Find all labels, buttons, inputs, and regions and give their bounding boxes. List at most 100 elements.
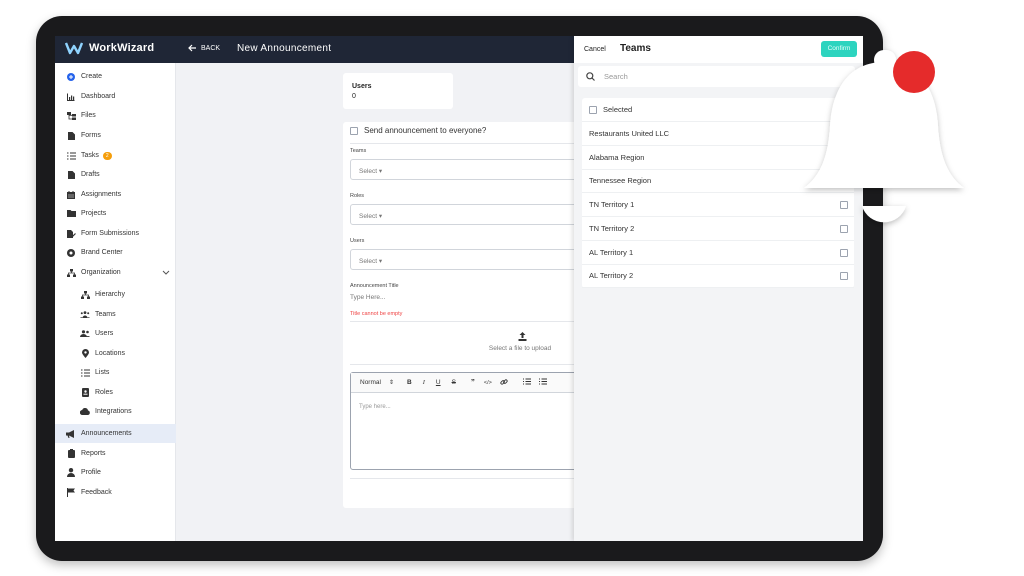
team-name: Tennessee Region: [589, 176, 652, 185]
roles-select[interactable]: Select ▾: [350, 204, 583, 225]
sidebar-item-label: Announcements: [81, 430, 132, 437]
send-to-everyone-row[interactable]: Send announcement to everyone?: [350, 126, 486, 135]
divider: [350, 478, 583, 479]
announcement-title-label: Announcement Title: [350, 283, 399, 289]
editor-body[interactable]: Type here...: [359, 404, 391, 410]
sidebar-item-brand-center[interactable]: Brand Center: [55, 243, 176, 262]
users-select[interactable]: Select ▾: [350, 249, 583, 270]
roles-label: Roles: [350, 193, 365, 199]
divider: [350, 143, 583, 144]
italic-icon[interactable]: I: [423, 379, 425, 386]
team-name: TN Territory 2: [589, 224, 635, 233]
sidebar-item-forms[interactable]: Forms: [55, 126, 176, 145]
announcement-form: Send announcement to everyone? Teams Sel…: [343, 122, 584, 508]
pencil-document-icon: [65, 229, 77, 238]
strikethrough-icon[interactable]: S: [452, 379, 456, 386]
folder-icon: [65, 210, 77, 217]
teams-select[interactable]: Select ▾: [350, 159, 583, 180]
app-screen: WorkWizard BACK New Announcement Create …: [55, 36, 863, 541]
code-icon[interactable]: </>: [484, 380, 492, 386]
sidebar-item-label: Assignments: [81, 191, 122, 198]
sidebar-item-label: Feedback: [81, 489, 112, 496]
sidebar-item-teams[interactable]: Teams: [55, 305, 176, 324]
sidebar-item-roles[interactable]: Roles: [55, 383, 176, 402]
users-count-label: Users: [352, 83, 372, 90]
sidebar-item-drafts[interactable]: Drafts: [55, 165, 176, 184]
divider: [350, 364, 583, 365]
team-name: TN Territory 1: [589, 200, 635, 209]
users-count-value: 0: [352, 93, 356, 100]
page-title: New Announcement: [237, 43, 332, 54]
underline-icon[interactable]: U: [436, 379, 441, 386]
blockquote-icon[interactable]: ”: [471, 378, 475, 387]
team-name: Alabama Region: [589, 153, 645, 162]
file-upload-area[interactable]: Select a file to upload: [350, 322, 583, 362]
search-placeholder: Search: [604, 72, 628, 81]
sidebar-item-label: Dashboard: [81, 93, 116, 100]
sidebar-item-organization[interactable]: Organization: [55, 263, 176, 282]
sidebar-item-dashboard[interactable]: Dashboard: [55, 87, 176, 106]
list-item[interactable]: AL Territory 1: [582, 241, 854, 265]
list-item[interactable]: AL Territory 2: [582, 264, 854, 288]
chevron-down-icon[interactable]: [162, 268, 170, 276]
list-icon: [79, 369, 91, 377]
megaphone-icon: [65, 429, 77, 438]
cancel-button[interactable]: Cancel: [584, 46, 606, 53]
users-count-card: Users 0: [343, 73, 453, 109]
notification-dot: [893, 51, 935, 93]
ordered-list-icon[interactable]: [522, 378, 531, 387]
workwizard-logo-icon: [65, 42, 83, 55]
sidebar-item-reports[interactable]: Reports: [55, 444, 176, 463]
sidebar-item-label: Reports: [81, 450, 106, 457]
bullet-list-icon[interactable]: [538, 378, 547, 387]
title-error-message: Title cannot be empty: [350, 311, 403, 317]
id-badge-icon: [79, 388, 91, 397]
brand-name: WorkWizard: [89, 42, 155, 54]
users-label: Users: [350, 238, 365, 244]
sidebar-item-form-submissions[interactable]: Form Submissions: [55, 224, 176, 243]
users-icon: [79, 330, 91, 337]
sidebar-item-label: Teams: [95, 311, 116, 318]
panel-title: Teams: [620, 43, 651, 54]
sidebar-item-users[interactable]: Users: [55, 324, 176, 343]
sidebar-item-assignments[interactable]: Assignments: [55, 185, 176, 204]
sidebar-item-projects[interactable]: Projects: [55, 204, 176, 223]
link-icon[interactable]: [500, 378, 508, 388]
team-checkbox[interactable]: [840, 272, 848, 280]
brand-logo[interactable]: WorkWizard: [65, 41, 154, 55]
sidebar-item-label: Integrations: [95, 408, 132, 415]
upload-icon: [518, 332, 527, 341]
sidebar-item-files[interactable]: Files: [55, 106, 176, 125]
sidebar-item-profile[interactable]: Profile: [55, 463, 176, 482]
sidebar-item-feedback[interactable]: Feedback: [55, 483, 176, 502]
sidebar-item-hierarchy[interactable]: Hierarchy: [55, 285, 176, 304]
sidebar-item-label: Forms: [81, 132, 101, 139]
sidebar-item-label: Users: [95, 330, 114, 337]
format-dropdown[interactable]: Normal: [360, 379, 381, 386]
sidebar-item-label: Form Submissions: [81, 230, 139, 237]
sidebar-item-announcements[interactable]: Announcements: [55, 424, 176, 443]
announcement-title-input[interactable]: Type Here...: [350, 294, 385, 301]
bold-icon[interactable]: B: [407, 379, 412, 386]
org-chart-icon: [65, 268, 77, 277]
back-button[interactable]: BACK: [188, 44, 220, 52]
rich-text-editor[interactable]: Normal ⇕ B I U S ” </> Type here...: [350, 372, 584, 470]
org-chart-icon: [79, 290, 91, 299]
sidebar-item-locations[interactable]: Locations: [55, 344, 176, 363]
send-to-everyone-checkbox[interactable]: [350, 126, 358, 135]
format-dropdown-arrows-icon[interactable]: ⇕: [389, 379, 394, 386]
stage: WorkWizard BACK New Announcement Create …: [0, 0, 1024, 576]
brand-icon: [65, 248, 77, 257]
sidebar-item-create[interactable]: Create: [55, 67, 176, 86]
person-icon: [65, 468, 77, 477]
team-checkbox[interactable]: [840, 249, 848, 257]
sidebar-item-tasks[interactable]: Tasks 2: [55, 146, 176, 165]
team-name: Restaurants United LLC: [589, 129, 670, 138]
sidebar-item-label: Brand Center: [81, 249, 123, 256]
arrow-left-icon: [188, 44, 196, 52]
sidebar-item-integrations[interactable]: Integrations: [55, 402, 176, 421]
document-icon: [65, 170, 77, 179]
sidebar-item-label: Files: [81, 112, 96, 119]
selected-filter-checkbox[interactable]: [589, 105, 597, 114]
sidebar-item-lists[interactable]: Lists: [55, 363, 176, 382]
